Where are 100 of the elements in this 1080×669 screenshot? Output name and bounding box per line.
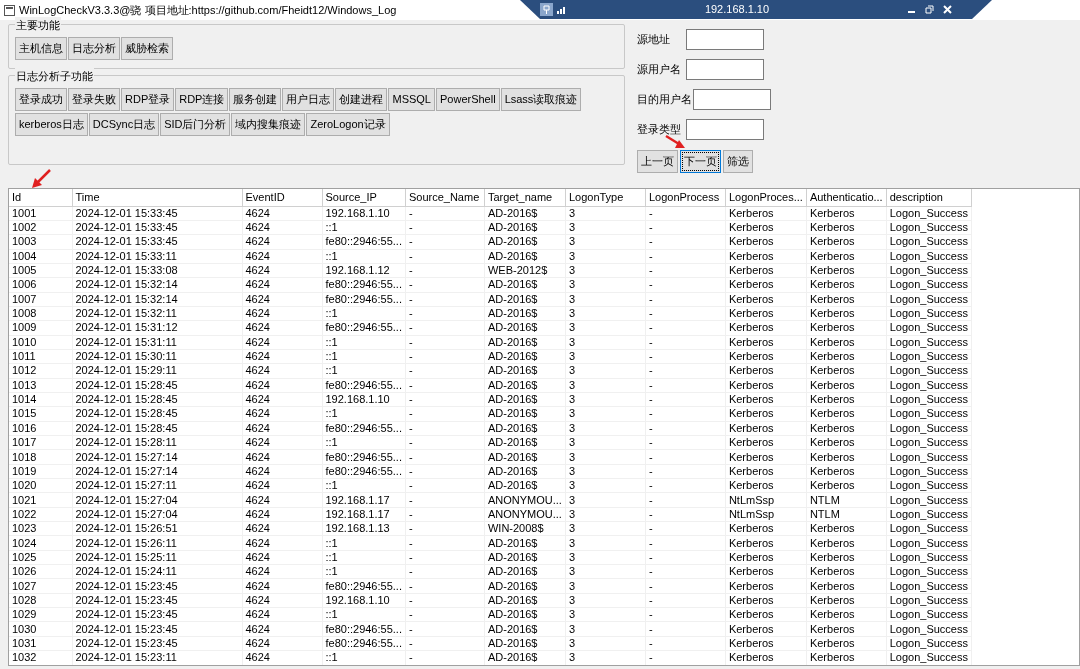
table-cell: 4624 <box>242 607 322 622</box>
function-button[interactable]: PowerShell <box>436 88 500 111</box>
column-header[interactable]: LogonProces... <box>725 189 807 206</box>
field-label: 源地址 <box>637 31 671 47</box>
function-button[interactable]: kerberos日志 <box>15 113 88 136</box>
pager-button[interactable]: 筛选 <box>723 150 753 173</box>
function-button[interactable]: 登录成功 <box>15 88 67 111</box>
column-header[interactable]: EventID <box>242 189 322 206</box>
table-cell: Logon_Success <box>886 234 972 250</box>
table-cell: 2024-12-01 15:27:14 <box>72 449 242 465</box>
function-button[interactable]: 用户日志 <box>282 88 335 111</box>
column-header[interactable]: Source_IP <box>322 189 406 206</box>
field-label: 源用户名 <box>637 61 682 77</box>
function-button[interactable]: MSSQL <box>388 88 435 111</box>
column-header[interactable]: LogonType <box>565 189 646 206</box>
restore-icon[interactable] <box>925 5 934 14</box>
table-cell: 192.168.1.13 <box>322 521 406 536</box>
pager-button[interactable]: 下一页 <box>680 150 721 173</box>
table-cell: 2024-12-01 15:32:11 <box>72 306 242 321</box>
table-cell: Kerberos <box>725 220 807 235</box>
function-button[interactable]: 威胁检索 <box>121 37 173 60</box>
function-button[interactable]: 服务创建 <box>229 88 282 111</box>
table-cell: Kerberos <box>806 521 887 536</box>
table-cell: Logon_Success <box>886 335 972 350</box>
table-cell: 2024-12-01 15:31:12 <box>72 320 242 336</box>
table-cell: 2024-12-01 15:25:11 <box>72 550 242 565</box>
pager-button[interactable]: 上一页 <box>637 150 678 173</box>
table-cell: 1032 <box>9 650 72 665</box>
table-cell: 1010 <box>9 335 72 350</box>
column-header[interactable]: Source_Name <box>405 189 485 206</box>
table-cell: AD-2016$ <box>484 593 566 608</box>
function-button[interactable]: ZeroLogon记录 <box>306 113 390 136</box>
table-cell: 3 <box>565 335 646 350</box>
table-cell: - <box>405 277 485 293</box>
table-cell: AD-2016$ <box>484 349 566 364</box>
table-cell: AD-2016$ <box>484 621 566 637</box>
column-header[interactable]: Target_name <box>484 189 566 206</box>
column-header[interactable]: Time <box>72 189 242 206</box>
table-cell: 1025 <box>9 550 72 565</box>
table-cell: AD-2016$ <box>484 636 566 651</box>
function-button[interactable]: DCSync日志 <box>88 113 160 136</box>
column-header[interactable]: Id <box>9 189 72 206</box>
table-cell: Kerberos <box>806 478 887 493</box>
close-icon[interactable] <box>943 5 952 14</box>
table-cell: Kerberos <box>725 535 807 551</box>
table-cell: NTLM <box>806 492 887 508</box>
function-button[interactable]: Lsass读取痕迹 <box>500 88 582 111</box>
table-cell: - <box>645 593 726 608</box>
table-cell: 1002 <box>9 220 72 235</box>
table-cell: 2024-12-01 15:24:11 <box>72 564 242 579</box>
table-cell: 2024-12-01 15:33:45 <box>72 206 242 221</box>
function-button[interactable]: 日志分析 <box>68 37 120 60</box>
table-cell: Kerberos <box>725 564 807 579</box>
table-cell: 1016 <box>9 421 72 436</box>
table-cell: AD-2016$ <box>484 206 566 221</box>
column-header[interactable]: Authenticatio... <box>806 189 887 206</box>
table-cell: 1023 <box>9 521 72 536</box>
function-button[interactable]: 主机信息 <box>15 37 67 60</box>
function-button[interactable]: 域内搜集痕迹 <box>231 113 306 136</box>
table-cell: Kerberos <box>725 421 807 436</box>
table-cell: Kerberos <box>806 535 887 551</box>
table-cell: Logon_Success <box>886 392 972 407</box>
table-cell: - <box>645 392 726 407</box>
function-button[interactable]: SID后门分析 <box>160 113 231 136</box>
remote-host-label: 192.168.1.10 <box>704 2 770 18</box>
function-button[interactable]: RDP连接 <box>175 88 229 111</box>
table-cell: AD-2016$ <box>484 435 566 450</box>
filter-field[interactable] <box>686 118 764 140</box>
table-cell: Kerberos <box>725 363 807 379</box>
filter-field[interactable] <box>686 28 764 50</box>
table-cell: 4624 <box>242 392 322 407</box>
table-cell: Kerberos <box>725 593 807 608</box>
filter-field[interactable] <box>693 88 771 110</box>
table-cell: 4624 <box>242 593 322 608</box>
function-button[interactable]: RDP登录 <box>121 88 175 111</box>
table-cell: - <box>405 378 485 393</box>
table-cell: AD-2016$ <box>484 378 566 393</box>
table-cell: 1008 <box>9 306 72 321</box>
table-cell: Kerberos <box>725 578 807 594</box>
pin-icon[interactable] <box>540 3 553 16</box>
table-cell: 4624 <box>242 378 322 393</box>
column-header[interactable]: description <box>886 189 972 206</box>
table-cell: Kerberos <box>806 593 887 608</box>
table-cell: 2024-12-01 15:33:11 <box>72 249 242 264</box>
column-header[interactable]: LogonProcess <box>645 189 726 206</box>
function-button[interactable]: 登录失败 <box>68 88 120 111</box>
table-cell: - <box>405 320 485 336</box>
table-cell: Kerberos <box>806 392 887 407</box>
table-cell: - <box>645 507 726 522</box>
table-cell: Logon_Success <box>886 249 972 264</box>
table-cell: 3 <box>565 277 646 293</box>
table-cell: - <box>645 406 726 422</box>
table-cell: 2024-12-01 15:28:45 <box>72 392 242 407</box>
table-cell: 3 <box>565 320 646 336</box>
table-cell: Kerberos <box>806 277 887 293</box>
function-button[interactable]: 创建进程 <box>335 88 388 111</box>
table-cell: 1006 <box>9 277 72 293</box>
filter-field[interactable] <box>686 58 764 80</box>
table-cell: - <box>405 234 485 250</box>
table-cell: 3 <box>565 206 646 221</box>
